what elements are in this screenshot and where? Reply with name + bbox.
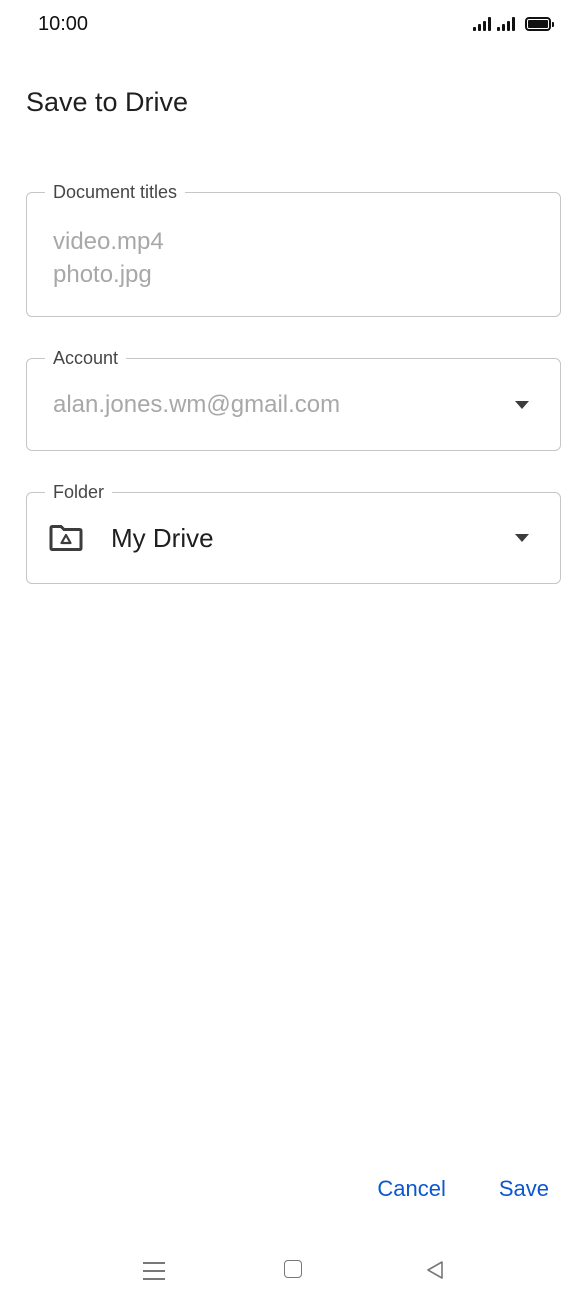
folder-value: My Drive bbox=[111, 523, 214, 553]
signal-icon bbox=[473, 15, 491, 31]
menu-icon[interactable] bbox=[143, 1260, 165, 1280]
battery-icon bbox=[525, 17, 554, 31]
dialog-actions: Cancel Save bbox=[377, 1176, 549, 1202]
drive-folder-icon bbox=[49, 525, 83, 551]
status-bar: 10:00 bbox=[0, 0, 587, 52]
document-titles-field: Document titles video.mp4 photo.jpg bbox=[26, 181, 561, 317]
folder-dropdown[interactable]: Folder My Drive bbox=[26, 481, 561, 584]
navigation-bar bbox=[0, 1250, 587, 1290]
cancel-button[interactable]: Cancel bbox=[377, 1176, 445, 1202]
status-icons bbox=[473, 15, 554, 31]
save-to-drive-screen: 10:00 Save to Drive Document titles vide… bbox=[0, 0, 587, 1306]
dialog-title: Save to Drive bbox=[26, 87, 189, 117]
signal-icon bbox=[497, 15, 515, 31]
account-value: alan.jones.wm@gmail.com bbox=[53, 391, 341, 418]
document-title-item: video.mp4 bbox=[53, 228, 164, 255]
dropdown-arrow-icon[interactable] bbox=[515, 401, 529, 409]
document-title-item: photo.jpg bbox=[53, 261, 152, 288]
account-label: Account bbox=[45, 347, 127, 369]
status-time: 10:00 bbox=[38, 13, 89, 35]
save-button[interactable]: Save bbox=[499, 1176, 549, 1202]
account-dropdown[interactable]: Account alan.jones.wm@gmail.com bbox=[26, 347, 561, 451]
home-icon[interactable] bbox=[284, 1260, 302, 1278]
document-titles-list: video.mp4 photo.jpg bbox=[53, 225, 164, 291]
document-titles-label: Document titles bbox=[45, 181, 186, 203]
dropdown-arrow-icon[interactable] bbox=[515, 534, 529, 542]
back-icon[interactable] bbox=[424, 1259, 446, 1281]
folder-label: Folder bbox=[45, 481, 113, 503]
